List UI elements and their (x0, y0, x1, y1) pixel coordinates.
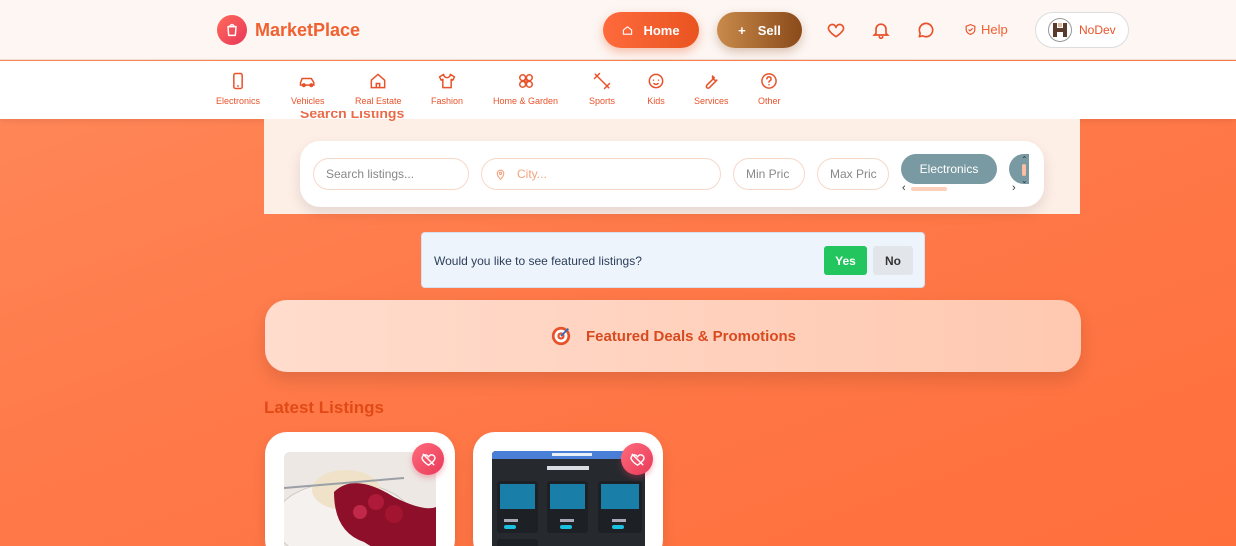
min-price-placeholder: Min Pric (746, 167, 790, 181)
city-input[interactable]: City... (481, 158, 721, 190)
chevron-up-icon[interactable]: ⌃ (1021, 155, 1028, 164)
category-vehicles[interactable]: Vehicles (291, 71, 325, 106)
heart-icon[interactable] (826, 20, 846, 40)
scroll-thumb[interactable] (1022, 164, 1026, 176)
shirt-icon (438, 73, 456, 89)
latest-listings-heading: Latest Listings (264, 398, 384, 417)
search-title: Search Listings (300, 111, 405, 121)
promo-title: Featured Deals & Promotions (585, 327, 797, 345)
max-price-input[interactable]: Max Pric (817, 158, 889, 190)
help-link[interactable]: Help (964, 22, 1008, 37)
home-button[interactable]: Home (603, 12, 699, 48)
chevron-left-icon[interactable]: ‹ (902, 182, 906, 194)
category-home-garden[interactable]: Home & Garden (493, 71, 558, 106)
favorite-button[interactable] (621, 443, 653, 475)
category-other[interactable]: Other (758, 71, 781, 106)
heart-off-icon (420, 452, 436, 466)
user-menu[interactable]: NoDev (1035, 12, 1129, 48)
city-input-placeholder: City... (517, 167, 547, 181)
bell-icon[interactable] (871, 20, 891, 40)
brand-logo[interactable]: MarketPlace (217, 15, 360, 45)
chevron-right-icon[interactable]: › (1012, 182, 1016, 194)
sell-button-label: Sell (757, 22, 781, 38)
category-fashion[interactable]: Fashion (431, 71, 463, 106)
category-electronics[interactable]: Electronics (216, 71, 260, 106)
chevron-down-icon[interactable]: ⌄ (1021, 176, 1028, 185)
featured-listings-prompt: Would you like to see featured listings?… (421, 232, 925, 288)
category-bar: Electronics Vehicles Real Estate Fashion… (0, 61, 1236, 119)
min-price-input[interactable]: Min Pric (733, 158, 805, 190)
listing-card[interactable] (473, 432, 663, 546)
heart-off-icon (629, 452, 645, 466)
search-filter-card: Search listings... City... Min Pric Max … (300, 141, 1044, 207)
listing-card[interactable] (265, 432, 455, 546)
home-button-label: Home (643, 22, 680, 38)
shield-icon (965, 23, 976, 35)
category-real-estate[interactable]: Real Estate (355, 71, 402, 106)
category-label: Home & Garden (493, 96, 559, 106)
category-label: Kids (647, 96, 665, 106)
question-icon (761, 73, 778, 89)
category-chip-label: Electronics (919, 162, 979, 176)
car-icon (299, 77, 315, 88)
home-icon (623, 25, 633, 35)
avatar (1048, 18, 1072, 42)
plus-icon: + (738, 22, 746, 38)
help-label: Help (981, 22, 1008, 37)
category-label: Vehicles (291, 96, 325, 106)
top-navbar: MarketPlace Home + Sell Help NoDev (0, 0, 1236, 60)
category-label: Fashion (431, 96, 464, 106)
category-chip-electronics[interactable]: Electronics (901, 154, 997, 184)
max-price-placeholder: Max Pric (830, 167, 877, 181)
category-label: Services (694, 96, 729, 106)
no-button[interactable]: No (873, 246, 913, 275)
category-label: Sports (589, 96, 616, 106)
yes-button[interactable]: Yes (824, 246, 867, 275)
baby-icon (648, 73, 664, 89)
chat-icon[interactable] (916, 20, 936, 40)
shopping-bag-icon (217, 15, 247, 45)
flower-icon (518, 74, 533, 88)
category-kids[interactable]: Kids (646, 71, 666, 106)
user-name: NoDev (1079, 23, 1116, 37)
search-input-placeholder: Search listings... (326, 167, 415, 181)
chip-scrollbar[interactable] (911, 187, 947, 191)
vertical-scrollbar[interactable]: ⌃ ⌄ (1020, 155, 1030, 187)
category-label: Other (758, 96, 781, 106)
category-label: Real Estate (355, 96, 402, 106)
house-icon (370, 73, 386, 89)
wrench-icon (705, 75, 718, 89)
target-icon (551, 326, 571, 346)
featured-deals-banner[interactable]: Featured Deals & Promotions (265, 300, 1081, 372)
sell-button[interactable]: + Sell (717, 12, 802, 48)
brand-name: MarketPlace (255, 19, 361, 40)
category-label: Electronics (216, 96, 261, 106)
search-input[interactable]: Search listings... (313, 158, 469, 190)
phone-icon (233, 72, 243, 90)
location-pin-icon (496, 169, 505, 180)
favorite-button[interactable] (412, 443, 444, 475)
category-sports[interactable]: Sports (589, 71, 615, 106)
prompt-text: Would you like to see featured listings? (434, 254, 642, 268)
dumbbell-icon (593, 72, 611, 90)
category-services[interactable]: Services (694, 71, 729, 106)
